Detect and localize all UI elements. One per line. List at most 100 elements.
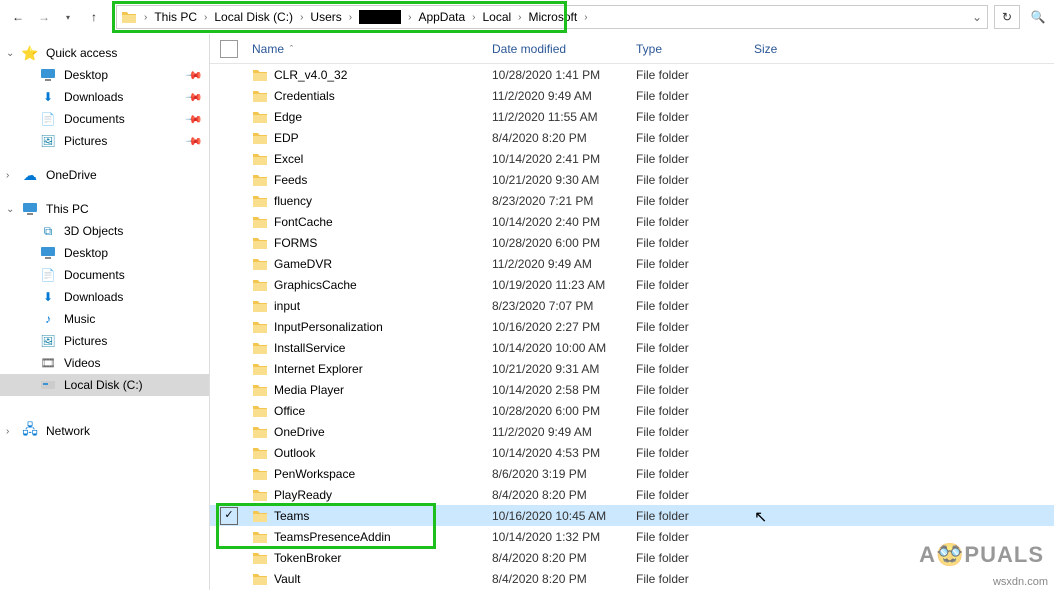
row-checkbox[interactable] — [220, 234, 238, 252]
header-name[interactable]: Name ˆ — [252, 42, 492, 56]
table-row[interactable]: Outlook10/14/2020 4:53 PMFile folder — [210, 442, 1054, 463]
file-date: 8/4/2020 8:20 PM — [492, 551, 636, 565]
table-row[interactable]: FontCache10/14/2020 2:40 PMFile folder — [210, 211, 1054, 232]
sidebar-item[interactable]: 🎞Videos — [0, 352, 209, 374]
table-row[interactable]: EDP8/4/2020 8:20 PMFile folder — [210, 127, 1054, 148]
crumb-local[interactable]: Local — [478, 6, 515, 28]
row-checkbox[interactable]: ✓ — [220, 507, 238, 525]
table-row[interactable]: CLR_v4.0_3210/28/2020 1:41 PMFile folder — [210, 64, 1054, 85]
sidebar-item[interactable]: 🖼Pictures — [0, 330, 209, 352]
header-size[interactable]: Size — [754, 42, 834, 56]
table-row[interactable]: Office10/28/2020 6:00 PMFile folder — [210, 400, 1054, 421]
header-type[interactable]: Type — [636, 42, 754, 56]
file-name: PenWorkspace — [274, 467, 355, 481]
sidebar-item[interactable]: Desktop — [0, 242, 209, 264]
table-row[interactable]: OneDrive11/2/2020 9:49 AMFile folder — [210, 421, 1054, 442]
select-all-checkbox[interactable] — [220, 40, 238, 58]
table-row[interactable]: Edge11/2/2020 11:55 AMFile folder — [210, 106, 1054, 127]
table-row[interactable]: InstallService10/14/2020 10:00 AMFile fo… — [210, 337, 1054, 358]
row-checkbox[interactable] — [220, 213, 238, 231]
row-checkbox[interactable] — [220, 318, 238, 336]
table-row[interactable]: GraphicsCache10/19/2020 11:23 AMFile fol… — [210, 274, 1054, 295]
table-row[interactable]: input8/23/2020 7:07 PMFile folder — [210, 295, 1054, 316]
file-date: 10/14/2020 2:40 PM — [492, 215, 636, 229]
sidebar-item[interactable]: 📄Documents — [0, 264, 209, 286]
row-checkbox[interactable] — [220, 255, 238, 273]
back-button[interactable]: ← — [6, 5, 30, 29]
table-row[interactable]: ✓Teams10/16/2020 10:45 AMFile folder — [210, 505, 1054, 526]
sidebar-onedrive[interactable]: › ☁ OneDrive — [0, 164, 209, 186]
file-name: EDP — [274, 131, 299, 145]
table-row[interactable]: Feeds10/21/2020 9:30 AMFile folder — [210, 169, 1054, 190]
table-row[interactable]: FORMS10/28/2020 6:00 PMFile folder — [210, 232, 1054, 253]
sidebar-item[interactable]: 📄Documents📌 — [0, 108, 209, 130]
header-date[interactable]: Date modified — [492, 42, 636, 56]
file-type: File folder — [636, 446, 754, 460]
table-row[interactable]: fluency8/23/2020 7:21 PMFile folder — [210, 190, 1054, 211]
crumb-microsoft[interactable]: Microsoft — [525, 6, 582, 28]
row-checkbox[interactable] — [220, 297, 238, 315]
table-row[interactable]: Media Player10/14/2020 2:58 PMFile folde… — [210, 379, 1054, 400]
row-checkbox[interactable] — [220, 486, 238, 504]
crumb-local-disk[interactable]: Local Disk (C:) — [210, 6, 297, 28]
folder-icon — [252, 383, 268, 397]
table-row[interactable]: Excel10/14/2020 2:41 PMFile folder — [210, 148, 1054, 169]
row-checkbox[interactable] — [220, 381, 238, 399]
up-button[interactable]: ↑ — [82, 5, 106, 29]
refresh-button[interactable]: ↻ — [994, 5, 1020, 29]
row-checkbox[interactable] — [220, 360, 238, 378]
file-name: FORMS — [274, 236, 317, 250]
file-type: File folder — [636, 110, 754, 124]
row-checkbox[interactable] — [220, 108, 238, 126]
sidebar-quick-access[interactable]: ⌄ ⭐ Quick access — [0, 42, 209, 64]
history-dropdown[interactable]: ▾ — [56, 5, 80, 29]
row-checkbox[interactable] — [220, 66, 238, 84]
address-bar[interactable]: › This PC› Local Disk (C:)› Users› › App… — [116, 5, 988, 29]
row-checkbox[interactable] — [220, 549, 238, 567]
table-row[interactable]: PenWorkspace8/6/2020 3:19 PMFile folder — [210, 463, 1054, 484]
address-dropdown[interactable]: ⌄ — [967, 10, 987, 24]
sidebar-item[interactable]: ⧉3D Objects — [0, 220, 209, 242]
row-checkbox[interactable] — [220, 150, 238, 168]
row-checkbox[interactable] — [220, 570, 238, 588]
table-row[interactable]: InputPersonalization10/16/2020 2:27 PMFi… — [210, 316, 1054, 337]
table-row[interactable]: Vault8/4/2020 8:20 PMFile folder — [210, 568, 1054, 589]
row-checkbox[interactable] — [220, 402, 238, 420]
forward-button[interactable]: → — [32, 5, 56, 29]
sidebar-item[interactable]: ♪Music — [0, 308, 209, 330]
sidebar-item[interactable]: ⬇Downloads — [0, 286, 209, 308]
file-type: File folder — [636, 383, 754, 397]
folder-icon — [252, 425, 268, 439]
row-checkbox[interactable] — [220, 423, 238, 441]
table-row[interactable]: PlayReady8/4/2020 8:20 PMFile folder — [210, 484, 1054, 505]
pc-icon — [22, 201, 38, 217]
sidebar-item[interactable]: Local Disk (C:) — [0, 374, 209, 396]
crumb-users[interactable]: Users — [306, 6, 345, 28]
download-icon: ⬇ — [40, 289, 56, 305]
search-button[interactable]: 🔍 — [1028, 5, 1048, 29]
cloud-icon: ☁ — [22, 167, 38, 183]
row-checkbox[interactable] — [220, 171, 238, 189]
sidebar-network[interactable]: › 🖧 Network — [0, 420, 209, 442]
row-checkbox[interactable] — [220, 339, 238, 357]
file-name: input — [274, 299, 300, 313]
sidebar-item[interactable]: Desktop📌 — [0, 64, 209, 86]
file-date: 10/28/2020 6:00 PM — [492, 404, 636, 418]
table-row[interactable]: Internet Explorer10/21/2020 9:31 AMFile … — [210, 358, 1054, 379]
row-checkbox[interactable] — [220, 87, 238, 105]
crumb-this-pc[interactable]: This PC — [150, 6, 201, 28]
row-checkbox[interactable] — [220, 465, 238, 483]
row-checkbox[interactable] — [220, 276, 238, 294]
table-row[interactable]: GameDVR11/2/2020 9:49 AMFile folder — [210, 253, 1054, 274]
crumb-redacted[interactable] — [355, 6, 405, 28]
row-checkbox[interactable] — [220, 192, 238, 210]
row-checkbox[interactable] — [220, 444, 238, 462]
sidebar-item[interactable]: ⬇Downloads📌 — [0, 86, 209, 108]
row-checkbox[interactable] — [220, 528, 238, 546]
row-checkbox[interactable] — [220, 129, 238, 147]
sidebar-this-pc[interactable]: ⌄ This PC — [0, 198, 209, 220]
sidebar-item[interactable]: 🖼Pictures📌 — [0, 130, 209, 152]
table-row[interactable]: Credentials11/2/2020 9:49 AMFile folder — [210, 85, 1054, 106]
crumb-appdata[interactable]: AppData — [414, 6, 469, 28]
file-list[interactable]: Name ˆ Date modified Type Size CLR_v4.0_… — [210, 34, 1054, 589]
